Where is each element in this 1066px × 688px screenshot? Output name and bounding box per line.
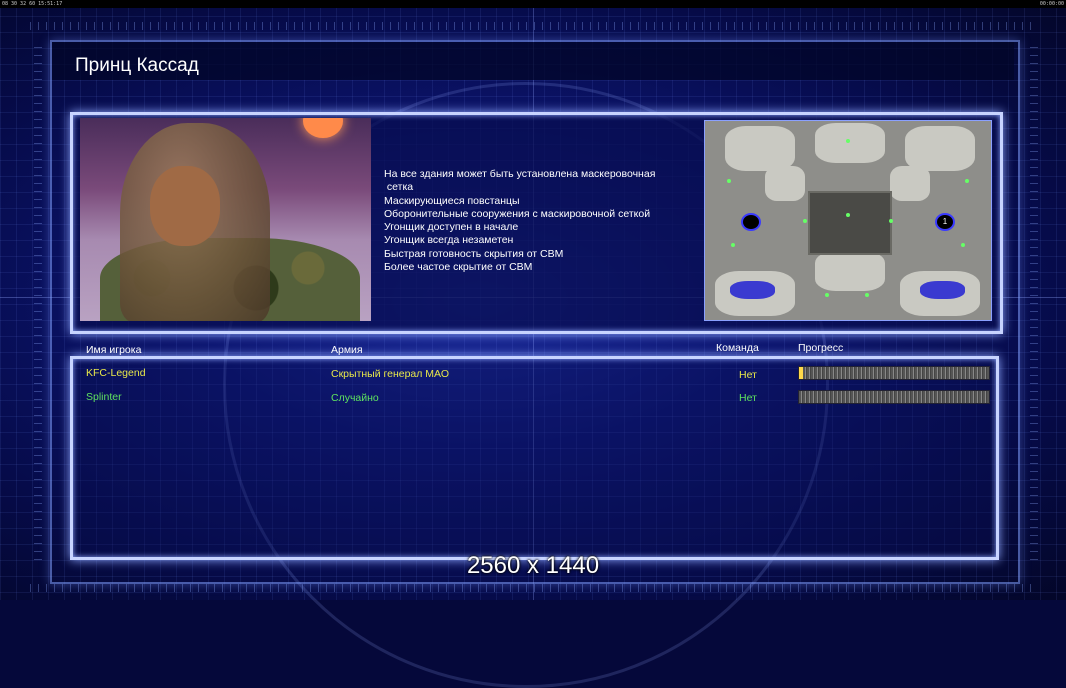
ruler-left [34, 40, 42, 560]
player-team: Нет [739, 369, 757, 381]
header-player-name: Имя игрока [86, 344, 142, 356]
header-army: Армия [331, 344, 363, 356]
ruler-right [1030, 40, 1038, 560]
status-bar: 08 30 32 60 15:51:17 00:00:00 [0, 0, 1066, 8]
description-line: На все здания может быть установлена мас… [384, 168, 656, 180]
supply-dot [961, 243, 965, 247]
portrait-face [150, 166, 220, 246]
resolution-label: 2560 x 1440 [466, 552, 600, 579]
supply-dot [846, 139, 850, 143]
supply-dot [825, 293, 829, 297]
player-army: Случайно [331, 392, 379, 404]
supply-dot [965, 179, 969, 183]
supply-dot [727, 179, 731, 183]
map-terrain [725, 126, 795, 171]
header-team: Команда [716, 342, 759, 354]
portrait-sun [303, 118, 343, 138]
supply-dot [731, 243, 735, 247]
supply-dot [803, 219, 807, 223]
supply-dot [846, 213, 850, 217]
description-line: Быстрая готовность скрытия от СВМ [384, 247, 564, 260]
description-line: Угонщик всегда незаметен [384, 234, 514, 247]
map-water [920, 281, 965, 299]
map-terrain [815, 251, 885, 291]
map-terrain [815, 123, 885, 163]
ruler-top [30, 22, 1036, 30]
description-line: Угонщик доступен в начале [384, 221, 519, 234]
map-center-plateau [808, 191, 892, 255]
status-bar-right: 00:00:00 [1039, 1, 1064, 7]
map-terrain [765, 166, 805, 201]
start-position-marker[interactable] [741, 213, 761, 231]
supply-dot [889, 219, 893, 223]
progress-bar [798, 366, 990, 380]
ruler-bottom [30, 584, 1036, 592]
player-army: Скрытный генерал МАО [331, 368, 449, 380]
supply-dot [865, 293, 869, 297]
map-water [730, 281, 775, 299]
map-terrain [890, 166, 930, 201]
progress-fill [799, 367, 803, 379]
progress-bar [798, 390, 990, 404]
general-title: Принц Кассад [75, 55, 199, 76]
minimap: 1 [704, 120, 992, 321]
player-name: KFC-Legend [86, 367, 146, 379]
general-description: На все здания может быть установлена мас… [384, 168, 699, 274]
description-line: Более частое скрытие от СВМ [384, 261, 533, 274]
map-terrain [905, 126, 975, 171]
header-progress: Прогресс [798, 342, 844, 354]
players-panel [70, 356, 999, 560]
player-name: Splinter [86, 391, 122, 403]
general-portrait [80, 118, 371, 321]
description-line: сетка [384, 181, 414, 194]
start-position-marker[interactable]: 1 [935, 213, 955, 231]
player-team: Нет [739, 392, 757, 404]
description-line: Оборонительные сооружения с маскировочно… [384, 207, 651, 220]
description-line: Маскирующиеся повстанцы [384, 194, 520, 207]
status-bar-left: 08 30 32 60 15:51:17 [2, 1, 63, 7]
